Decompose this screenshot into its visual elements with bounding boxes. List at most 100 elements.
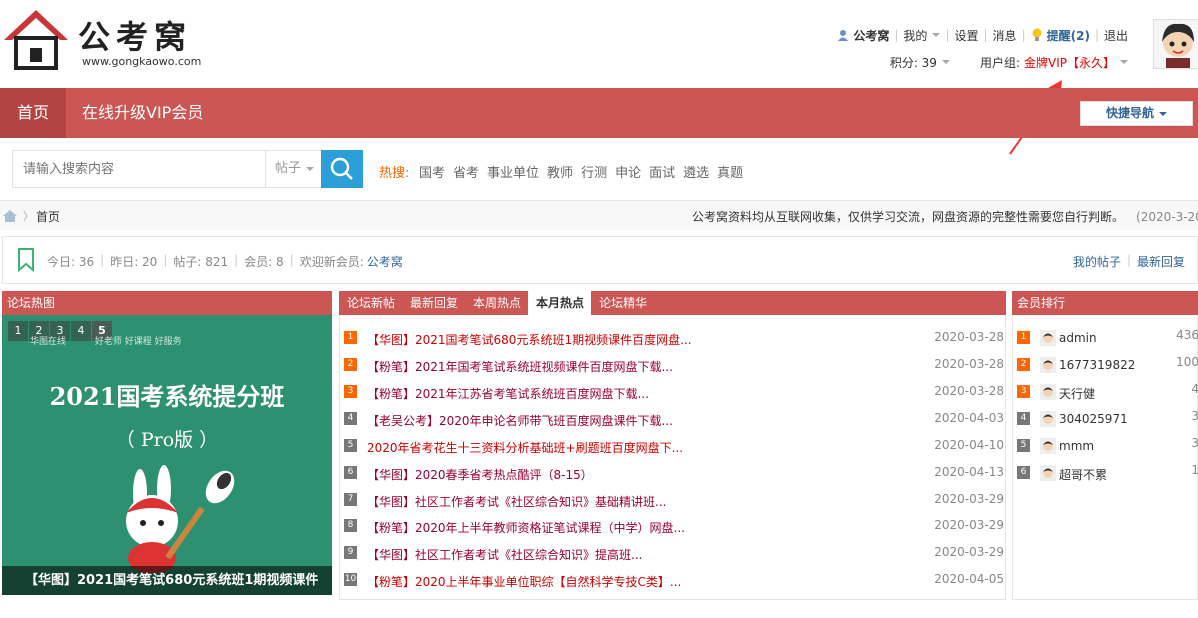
thread-title[interactable]: 【粉笔】2020年上半年教师资格证笔试课程（中学）网盘... — [367, 519, 685, 536]
tab-weekly-hot[interactable]: 本周热点 — [465, 291, 528, 315]
thread-title[interactable]: 2020年省考花生十三资料分析基础班+刷题班百度网盘下... — [367, 439, 683, 456]
hot-search-term[interactable]: 事业单位 — [487, 162, 539, 181]
latest-replies-link[interactable]: 最新回复 — [1137, 253, 1185, 270]
tab-new-posts[interactable]: 论坛新帖 — [339, 291, 402, 315]
tab-featured[interactable]: 论坛精华 — [591, 291, 654, 315]
new-member-link[interactable]: 公考窝 — [367, 253, 403, 270]
usergroup-menu[interactable]: 金牌VIP【永久】 — [1024, 54, 1115, 71]
chevron-down-icon — [941, 60, 950, 64]
member-row[interactable]: 4 304025971 3 — [1013, 406, 1198, 433]
thread-date: 2020-04-13 — [934, 465, 1004, 479]
member-row[interactable]: 2 1677319822 100 — [1013, 352, 1198, 379]
rank-badge: 3 — [344, 385, 357, 398]
slider-page[interactable]: 1 — [8, 321, 28, 341]
thread-title[interactable]: 【华图】2021国考笔试680元系统班1期视频课件百度网盘... — [367, 331, 692, 348]
stats-text: 今日: 36 | 昨日: 20 | 帖子: 821 | 会员: 8 | 欢迎新会员: 公… — [47, 253, 403, 270]
member-name[interactable]: 304025971 — [1059, 412, 1128, 426]
my-posts-link[interactable]: 我的帖子 — [1073, 253, 1121, 270]
thread-title[interactable]: 【粉笔】2021年国考笔试系统班视频课件百度网盘下载... — [367, 358, 673, 375]
member-avatar-icon — [1040, 438, 1056, 454]
search-type-select[interactable]: 帖子 — [265, 151, 323, 187]
search-icon — [330, 157, 353, 180]
rank-badge: 8 — [344, 519, 357, 532]
member-avatar-icon — [1040, 330, 1056, 346]
hot-search-term[interactable]: 遴选 — [683, 162, 709, 181]
thread-title[interactable]: 【粉笔】2020上半年事业单位职综【自然科学专技C类】... — [367, 573, 681, 590]
bookmark-icon — [18, 248, 34, 272]
member-row[interactable]: 1 admin 436 — [1013, 325, 1198, 352]
member-count: 1 — [1191, 463, 1198, 477]
member-row[interactable]: 5 mmm 3 — [1013, 433, 1198, 460]
slide-brand-name: 华图在线 — [30, 337, 67, 347]
divider: | — [163, 253, 168, 267]
hot-search-term[interactable]: 教师 — [547, 162, 573, 181]
divider: | — [894, 28, 899, 42]
logout-link[interactable]: 退出 — [1104, 27, 1128, 44]
messages-link[interactable]: 消息 — [993, 27, 1017, 44]
hot-image-slider[interactable]: 1 2 3 4 5 华图在线 好老师 好课程 好服务 2021国考系统提分班 （… — [2, 315, 332, 595]
home-icon[interactable] — [2, 209, 18, 223]
thread-row[interactable]: 4 【老吴公考】2020年申论名师带飞班百度网盘课件下载... 2020-04-… — [340, 406, 1007, 433]
search-input[interactable] — [13, 151, 265, 187]
nav-vip-upgrade[interactable]: 在线升级VIP会员 — [82, 88, 203, 138]
member-ranking-list: 1 admin 436 2 1677319822 100 3 天行健 4 4 3… — [1012, 315, 1198, 600]
thread-row[interactable]: 2 【粉笔】2021年国考笔试系统班视频课件百度网盘下载... 2020-03-… — [340, 352, 1007, 379]
thread-row[interactable]: 3 【粉笔】2021年江苏省考笔试系统班百度网盘下载... 2020-03-28 — [340, 379, 1007, 406]
hot-search-term[interactable]: 国考 — [419, 162, 445, 181]
avatar[interactable] — [1153, 19, 1198, 69]
thread-row[interactable]: 1 【华图】2021国考笔试680元系统班1期视频课件百度网盘... 2020-… — [340, 325, 1007, 352]
member-row[interactable]: 6 超哥不累 1 — [1013, 460, 1198, 487]
thread-date: 2020-03-28 — [934, 384, 1004, 398]
points-menu[interactable]: 积分: 39 — [890, 54, 937, 71]
stat-yesterday: 昨日: 20 — [110, 255, 158, 269]
hot-search-term[interactable]: 面试 — [649, 162, 675, 181]
member-name[interactable]: 1677319822 — [1059, 358, 1135, 372]
tab-monthly-hot[interactable]: 本月热点 — [528, 291, 592, 315]
thread-list: 1 【华图】2021国考笔试680元系统班1期视频课件百度网盘... 2020-… — [339, 315, 1006, 600]
announcement[interactable]: 公考窝资料均从互联网收集，仅供学习交流，网盘资源的完整性需要您自行判断。 (202… — [692, 208, 1198, 225]
slide-caption[interactable]: 【华图】2021国考笔试680元系统班1期视频课件 — [2, 566, 332, 595]
thread-row[interactable]: 6 【华图】2020春季省考热点酷评（8-15） 2020-04-13 — [340, 460, 1007, 487]
quick-nav-label: 快捷导航 — [1105, 106, 1154, 120]
thread-title[interactable]: 【老吴公考】2020年申论名师带飞班百度网盘课件下载... — [367, 412, 673, 429]
hot-search-term[interactable]: 真题 — [717, 162, 743, 181]
logo-text[interactable]: 公考窝 — [78, 12, 192, 58]
house-logo-icon[interactable] — [2, 8, 70, 70]
rank-badge: 4 — [1017, 412, 1030, 425]
member-name[interactable]: admin — [1059, 331, 1097, 345]
thread-row[interactable]: 10 【粉笔】2020上半年事业单位职综【自然科学专技C类】... 2020-0… — [340, 567, 1007, 594]
thread-row[interactable]: 5 2020年省考花生十三资料分析基础班+刷题班百度网盘下... 2020-04… — [340, 433, 1007, 460]
thread-row[interactable]: 7 【华图】社区工作者考试《社区综合知识》基础精讲班... 2020-03-29 — [340, 487, 1007, 514]
thread-title[interactable]: 【华图】社区工作者考试《社区综合知识》提高班... — [367, 546, 642, 563]
thread-title[interactable]: 【华图】2020春季省考热点酷评（8-15） — [367, 466, 593, 483]
thread-title[interactable]: 【华图】社区工作者考试《社区综合知识》基础精讲班... — [367, 493, 666, 510]
nav-home[interactable]: 首页 — [0, 88, 66, 138]
username-link[interactable]: 公考窝 — [853, 27, 889, 44]
quick-nav-button[interactable]: 快捷导航 — [1080, 101, 1193, 126]
tab-latest-replies[interactable]: 最新回复 — [402, 291, 465, 315]
member-name[interactable]: mmm — [1059, 439, 1094, 453]
thread-row[interactable]: 9 【华图】社区工作者考试《社区综合知识》提高班... 2020-03-29 — [340, 540, 1007, 567]
member-name[interactable]: 天行健 — [1059, 385, 1095, 402]
thread-row[interactable]: 8 【粉笔】2020年上半年教师资格证笔试课程（中学）网盘... 2020-03… — [340, 513, 1007, 540]
thread-date: 2020-03-29 — [934, 545, 1004, 559]
my-menu[interactable]: 我的 — [903, 27, 927, 44]
hot-images-header: 论坛热图 — [2, 291, 332, 315]
search-box: 帖子 — [12, 150, 322, 188]
thread-title[interactable]: 【粉笔】2021年江苏省考笔试系统班百度网盘下载... — [367, 385, 649, 402]
settings-link[interactable]: 设置 — [954, 27, 978, 44]
member-name[interactable]: 超哥不累 — [1059, 466, 1107, 483]
search-button[interactable] — [321, 150, 363, 188]
rank-badge: 1 — [1017, 331, 1030, 344]
usergroup-label: 用户组: — [979, 55, 1020, 70]
hot-search-term[interactable]: 省考 — [453, 162, 479, 181]
thread-date: 2020-03-28 — [934, 357, 1004, 371]
breadcrumb-current[interactable]: 首页 — [36, 208, 60, 225]
hot-search-term[interactable]: 申论 — [615, 162, 641, 181]
reminders-link[interactable]: 提醒(2) — [1047, 27, 1090, 44]
divider: | — [1094, 28, 1099, 42]
thread-date: 2020-04-03 — [934, 411, 1004, 425]
member-row[interactable]: 3 天行健 4 — [1013, 379, 1198, 406]
slide-slogans: 好老师 好课程 好服务 — [94, 337, 182, 347]
hot-search-term[interactable]: 行测 — [581, 162, 607, 181]
